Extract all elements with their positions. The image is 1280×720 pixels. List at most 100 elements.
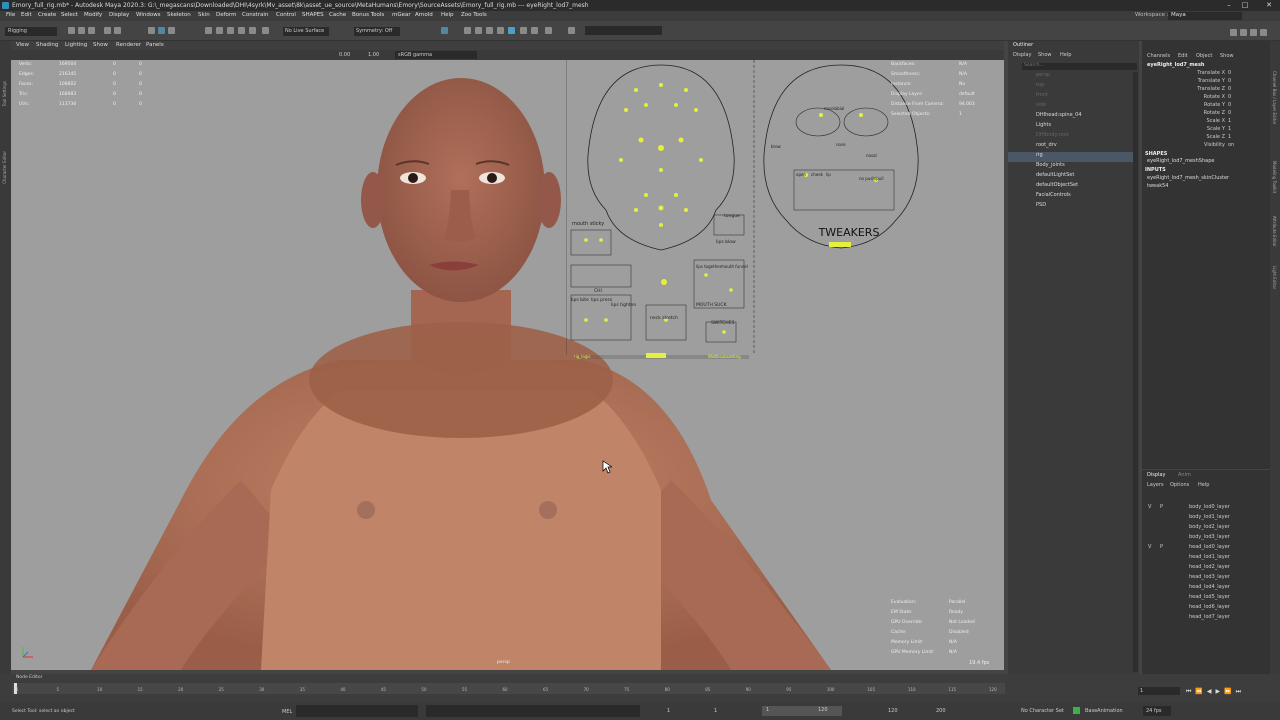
layer-row[interactable]: head_lod4_layer bbox=[1142, 584, 1270, 594]
channel-value[interactable]: 1 bbox=[1228, 126, 1231, 132]
input-node[interactable]: tweak54 bbox=[1147, 183, 1168, 189]
exposure-value[interactable]: 0.00 bbox=[339, 52, 350, 58]
layer-row[interactable]: head_lod5_layer bbox=[1142, 594, 1270, 604]
outliner-menu-show[interactable]: Show bbox=[1038, 52, 1052, 58]
layer-row[interactable]: body_lod1_layer bbox=[1142, 514, 1270, 524]
open-scene-icon[interactable] bbox=[78, 27, 85, 34]
arnold-render-icon[interactable] bbox=[508, 27, 515, 34]
new-scene-icon[interactable] bbox=[68, 27, 75, 34]
layer-menu-help[interactable]: Help bbox=[1198, 482, 1209, 488]
paint-select-icon[interactable] bbox=[168, 27, 175, 34]
layer-menu-layers[interactable]: Layers bbox=[1147, 482, 1164, 488]
range-start-frame[interactable]: 1 bbox=[714, 708, 717, 714]
menu-skin[interactable]: Skin bbox=[198, 12, 210, 18]
gamma-value[interactable]: 1.00 bbox=[368, 52, 379, 58]
channels-menu-object[interactable]: Object bbox=[1196, 53, 1212, 59]
menu-control[interactable]: Control bbox=[276, 12, 296, 18]
menu-constrain[interactable]: Constrain bbox=[242, 12, 268, 18]
outliner-item[interactable]: persp bbox=[1008, 72, 1133, 82]
channel-value[interactable]: 0 bbox=[1228, 78, 1231, 84]
menu-modify[interactable]: Modify bbox=[84, 12, 102, 18]
xyz-icon[interactable] bbox=[568, 27, 575, 34]
channels-menu-show[interactable]: Show bbox=[1220, 53, 1234, 59]
layer-row[interactable]: body_lod2_layer bbox=[1142, 524, 1270, 534]
outliner-item[interactable]: front bbox=[1008, 92, 1133, 102]
vp-menu-view[interactable]: View bbox=[16, 42, 29, 48]
layer-tab-display[interactable]: Display bbox=[1147, 472, 1165, 478]
outliner-search-input[interactable]: Search... bbox=[1022, 63, 1137, 70]
vp-menu-show[interactable]: Show bbox=[93, 42, 108, 48]
outliner-menu-help[interactable]: Help bbox=[1060, 52, 1071, 58]
menu-shapes[interactable]: SHAPES bbox=[302, 12, 324, 18]
layer-menu-options[interactable]: Options bbox=[1170, 482, 1189, 488]
channel-value[interactable]: 1 bbox=[1228, 118, 1231, 124]
outliner-item[interactable]: Lights bbox=[1008, 122, 1133, 132]
layer-row[interactable]: head_lod3_layer bbox=[1142, 574, 1270, 584]
menu-arnold[interactable]: Arnold bbox=[415, 12, 433, 18]
anim-layer-field[interactable]: BaseAnimation bbox=[1085, 708, 1123, 714]
channel-value[interactable]: 0 bbox=[1228, 94, 1231, 100]
channel-box-tab[interactable]: Channel Box / Layer Editor bbox=[1272, 71, 1277, 124]
channel-row[interactable]: Rotate X0 bbox=[1142, 94, 1270, 102]
input-node[interactable]: eyeRight_lod7_mesh_skinCluster bbox=[1147, 175, 1229, 181]
channel-value[interactable]: on bbox=[1228, 142, 1234, 148]
ipr-render-icon[interactable] bbox=[464, 27, 471, 34]
outliner-item[interactable]: DHIhead:spine_04 bbox=[1008, 112, 1133, 122]
maximize-button[interactable]: □ bbox=[1238, 1, 1252, 10]
vp-menu-panels[interactable]: Panels bbox=[146, 42, 164, 48]
shape-node[interactable]: eyeRight_lod7_meshShape bbox=[1147, 158, 1214, 164]
menu-skeleton[interactable]: Skeleton bbox=[167, 12, 191, 18]
snap-grid-icon[interactable] bbox=[205, 27, 212, 34]
channels-menu-edit[interactable]: Edit bbox=[1178, 53, 1188, 59]
channel-row[interactable]: Translate X0 bbox=[1142, 70, 1270, 78]
script-language-label[interactable]: MEL bbox=[282, 709, 292, 715]
outliner-item[interactable]: top bbox=[1008, 82, 1133, 92]
redo-icon[interactable] bbox=[114, 27, 121, 34]
layer-row[interactable]: head_lod7_layer bbox=[1142, 614, 1270, 624]
menu-select[interactable]: Select bbox=[61, 12, 78, 18]
lasso-tool-icon[interactable] bbox=[158, 27, 165, 34]
render-settings-icon[interactable] bbox=[475, 27, 482, 34]
channel-row[interactable]: Scale Y1 bbox=[1142, 126, 1270, 134]
outliner-menu-display[interactable]: Display bbox=[1013, 52, 1031, 58]
light-icon[interactable] bbox=[531, 27, 538, 34]
node-editor-label[interactable]: Node Editor bbox=[16, 675, 43, 680]
playback-controls[interactable]: ⏮⏪◀▶⏩⏭ bbox=[1186, 688, 1245, 696]
numeric-input-field[interactable] bbox=[585, 26, 662, 35]
menu-edit[interactable]: Edit bbox=[21, 12, 32, 18]
outliner-item[interactable]: defaultLightSet bbox=[1008, 172, 1133, 182]
channels-menu-channels[interactable]: Channels bbox=[1147, 53, 1170, 59]
tool-settings-tab[interactable]: Tool Settings bbox=[2, 81, 7, 106]
render-icon[interactable] bbox=[441, 27, 448, 34]
layer-row[interactable]: head_lod6_layer bbox=[1142, 604, 1270, 614]
outliner-item[interactable]: side bbox=[1008, 102, 1133, 112]
workspace-dropdown[interactable]: Maya bbox=[1168, 12, 1242, 20]
layer-playback-toggle[interactable]: P bbox=[1160, 544, 1163, 550]
outliner-item[interactable]: FacialControls bbox=[1008, 192, 1133, 202]
layer-row[interactable]: head_lod2_layer bbox=[1142, 564, 1270, 574]
colorspace-dropdown[interactable]: sRGB gamma bbox=[395, 51, 477, 59]
sidebar-toggle-icon[interactable] bbox=[1230, 29, 1237, 36]
minimize-button[interactable]: – bbox=[1222, 1, 1236, 10]
tool-settings-icon[interactable] bbox=[1250, 29, 1257, 36]
range-slider[interactable]: 1 120 bbox=[762, 706, 842, 716]
time-slider[interactable]: Node Editor 1 5 10 15 20 25 30 35 40 45 50 55 60 65 70… bbox=[0, 674, 1280, 702]
menu-deform[interactable]: Deform bbox=[216, 12, 236, 18]
save-scene-icon[interactable] bbox=[88, 27, 95, 34]
channel-value[interactable]: 0 bbox=[1228, 102, 1231, 108]
light-editor-tab[interactable]: Light Editor bbox=[1272, 266, 1277, 289]
snap-curve-icon[interactable] bbox=[216, 27, 223, 34]
select-tool-icon[interactable] bbox=[148, 27, 155, 34]
character-editor-tab[interactable]: Character Editor bbox=[2, 151, 7, 184]
end-frame[interactable]: 200 bbox=[936, 708, 946, 714]
snap-point-icon[interactable] bbox=[227, 27, 234, 34]
hypershade-icon[interactable] bbox=[486, 27, 493, 34]
close-button[interactable]: ✕ bbox=[1262, 1, 1276, 10]
menu-zoo-tools[interactable]: Zoo Tools bbox=[461, 12, 487, 18]
make-live-icon[interactable] bbox=[262, 27, 269, 34]
menu-create[interactable]: Create bbox=[38, 12, 56, 18]
range-end-frame[interactable]: 120 bbox=[888, 708, 898, 714]
pause-icon[interactable] bbox=[545, 27, 552, 34]
channel-value[interactable]: 0 bbox=[1228, 86, 1231, 92]
undo-icon[interactable] bbox=[104, 27, 111, 34]
